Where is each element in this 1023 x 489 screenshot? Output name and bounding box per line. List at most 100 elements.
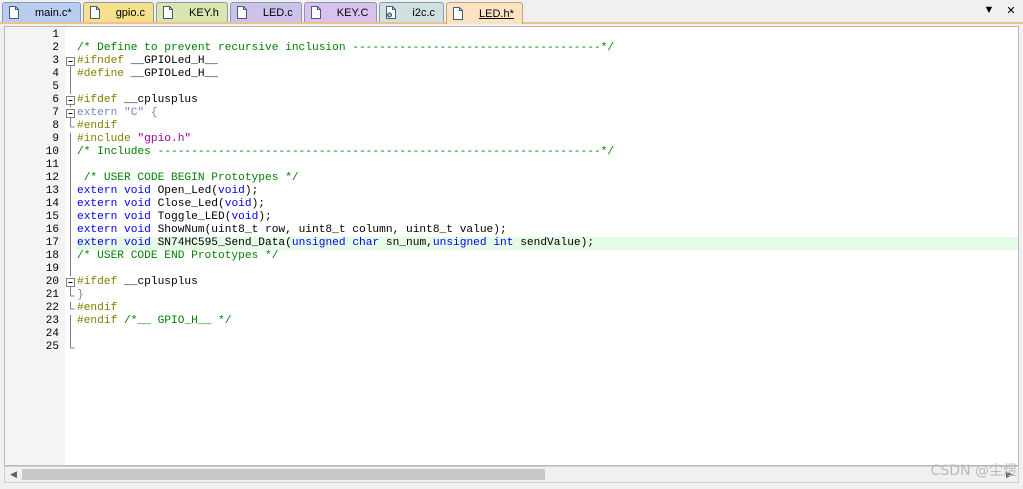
code-text[interactable]: #endif /*__ GPIO_H__ */ — [77, 315, 1018, 328]
horizontal-scrollbar[interactable]: ◀ ▶ — [4, 466, 1019, 483]
code-token: unsigned — [291, 237, 346, 249]
line-number: 11 — [45, 159, 59, 171]
tab-gpio-c[interactable]: gpio.c — [82, 2, 155, 22]
code-text[interactable] — [77, 29, 1018, 42]
code-token: ); — [258, 211, 272, 223]
fold-toggle-icon[interactable] — [66, 55, 75, 68]
fold-toggle-icon[interactable] — [66, 276, 75, 289]
code-text[interactable]: extern void ShowNum(uint8_t row, uint8_t… — [77, 224, 1018, 237]
tab-label: KEY.h — [189, 6, 219, 19]
code-line[interactable]: 19 — [5, 263, 1018, 276]
fold-guide — [66, 250, 75, 263]
code-token: __GPIOLed_H__ — [124, 55, 218, 67]
code-line[interactable]: 9 #include "gpio.h" — [5, 133, 1018, 146]
tab-key-c[interactable]: KEY.C — [303, 2, 378, 22]
code-token: void — [224, 198, 252, 210]
code-text[interactable]: } — [77, 289, 1018, 302]
code-line[interactable]: 7 extern "C" { — [5, 107, 1018, 120]
code-token: Open_Led( — [150, 185, 219, 197]
code-text[interactable]: #include "gpio.h" — [77, 133, 1018, 146]
code-text[interactable]: extern void Close_Led(void); — [77, 198, 1018, 211]
code-lines: 1 2 /* Define to prevent recursive inclusi… — [5, 29, 1018, 354]
file-icon — [236, 6, 247, 19]
code-text[interactable]: #ifdef __cplusplus — [77, 94, 1018, 107]
line-number: 5 — [52, 81, 59, 93]
tab-key-h[interactable]: KEY.h — [156, 2, 228, 22]
code-line[interactable]: 16 extern void ShowNum(uint8_t row, uint8… — [5, 224, 1018, 237]
fold-guide — [66, 289, 75, 302]
fold-guide — [66, 81, 75, 94]
code-text[interactable]: extern void Open_Led(void); — [77, 185, 1018, 198]
code-text[interactable]: extern void Toggle_LED(void); — [77, 211, 1018, 224]
fold-guide — [66, 328, 75, 341]
code-text[interactable]: #define __GPIOLed_H__ — [77, 68, 1018, 81]
line-number: 17 — [45, 237, 59, 249]
code-line[interactable]: 22 #endif — [5, 302, 1018, 315]
code-line[interactable]: 25 — [5, 341, 1018, 354]
dropdown-icon[interactable]: ▼ — [983, 4, 995, 16]
code-text[interactable]: #endif — [77, 120, 1018, 133]
fold-guide — [66, 198, 75, 211]
code-line[interactable]: 21} — [5, 289, 1018, 302]
tab-label: gpio.c — [115, 6, 146, 19]
code-line[interactable]: 13 extern void Open_Led(void); — [5, 185, 1018, 198]
code-line[interactable]: 2 /* Define to prevent recursive inclusio… — [5, 42, 1018, 55]
code-text[interactable] — [77, 328, 1018, 341]
code-token: #include — [77, 133, 131, 145]
code-token: void — [231, 211, 259, 223]
code-line[interactable]: 10 /* Includes --------------------------… — [5, 146, 1018, 159]
code-text[interactable]: #ifndef __GPIOLed_H__ — [77, 55, 1018, 68]
code-line[interactable]: 15 extern void Toggle_LED(void); — [5, 211, 1018, 224]
tab-led-h[interactable]: LED.h* — [446, 2, 523, 24]
code-line[interactable]: 11 — [5, 159, 1018, 172]
window-controls: ▼ ✕ — [983, 4, 1017, 17]
fold-toggle-icon[interactable] — [66, 107, 75, 120]
code-text[interactable]: #endif — [77, 302, 1018, 315]
code-line[interactable]: 12 /* USER CODE BEGIN Prototypes */ — [5, 172, 1018, 185]
fold-toggle-icon[interactable] — [66, 94, 75, 107]
line-number: 15 — [45, 211, 59, 223]
code-text[interactable] — [77, 159, 1018, 172]
code-text[interactable]: #ifdef __cplusplus — [77, 276, 1018, 289]
code-line[interactable]: 8 #endif — [5, 120, 1018, 133]
code-token: /* USER CODE END Prototypes */ — [77, 250, 279, 262]
fold-guide — [66, 133, 75, 146]
code-line[interactable]: 24 — [5, 328, 1018, 341]
code-text[interactable]: extern "C" { — [77, 107, 1018, 120]
fold-guide — [66, 29, 75, 42]
scroll-left-icon[interactable]: ◀ — [5, 467, 22, 482]
code-text[interactable] — [77, 263, 1018, 276]
code-text[interactable]: /* USER CODE END Prototypes */ — [77, 250, 1018, 263]
code-text[interactable]: /* Define to prevent recursive inclusion… — [77, 42, 1018, 55]
code-text[interactable]: /* USER CODE BEGIN Prototypes */ — [77, 172, 1018, 185]
code-text[interactable]: /* Includes ----------------------------… — [77, 146, 1018, 159]
code-editor[interactable]: 1 2 /* Define to prevent recursive inclusi… — [4, 26, 1019, 466]
code-token: ); — [244, 185, 259, 197]
code-line[interactable]: 23 #endif /*__ GPIO_H__ */ — [5, 315, 1018, 328]
tab-led-c[interactable]: LED.c — [229, 2, 302, 22]
code-line[interactable]: 6 #ifdef __cplusplus — [5, 94, 1018, 107]
line-number: 21 — [45, 289, 59, 301]
code-text[interactable] — [77, 341, 1018, 354]
code-line[interactable]: 18 /* USER CODE END Prototypes */ — [5, 250, 1018, 263]
code-text[interactable] — [77, 81, 1018, 94]
tab-main-c[interactable]: main.c* — [2, 2, 81, 22]
code-token: sendValue); — [513, 237, 595, 249]
code-text[interactable]: extern void SN74HC595_Send_Data(unsigned… — [77, 237, 1018, 250]
code-line[interactable]: 5 — [5, 81, 1018, 94]
code-line[interactable]: 14 extern void Close_Led(void); — [5, 198, 1018, 211]
code-token: void — [124, 237, 151, 249]
code-line[interactable]: 20 #ifdef __cplusplus — [5, 276, 1018, 289]
code-line[interactable]: 17 extern void SN74HC595_Send_Data(unsign… — [5, 237, 1018, 250]
tab-i2c-c[interactable]: i2c.c — [379, 2, 445, 22]
tab-strip: main.c* gpio.c KEY.h LED.c KEY.C i2c.c LED.h* — [2, 2, 525, 24]
scrollbar-thumb[interactable] — [22, 469, 545, 480]
code-line[interactable]: 4 #define __GPIOLed_H__ — [5, 68, 1018, 81]
close-icon[interactable]: ✕ — [1005, 4, 1017, 17]
line-number: 9 — [52, 133, 59, 145]
code-line[interactable]: 1 — [5, 29, 1018, 42]
tab-label: LED.h* — [479, 7, 514, 20]
code-line[interactable]: 3 #ifndef __GPIOLed_H__ — [5, 55, 1018, 68]
fold-guide — [66, 224, 75, 237]
